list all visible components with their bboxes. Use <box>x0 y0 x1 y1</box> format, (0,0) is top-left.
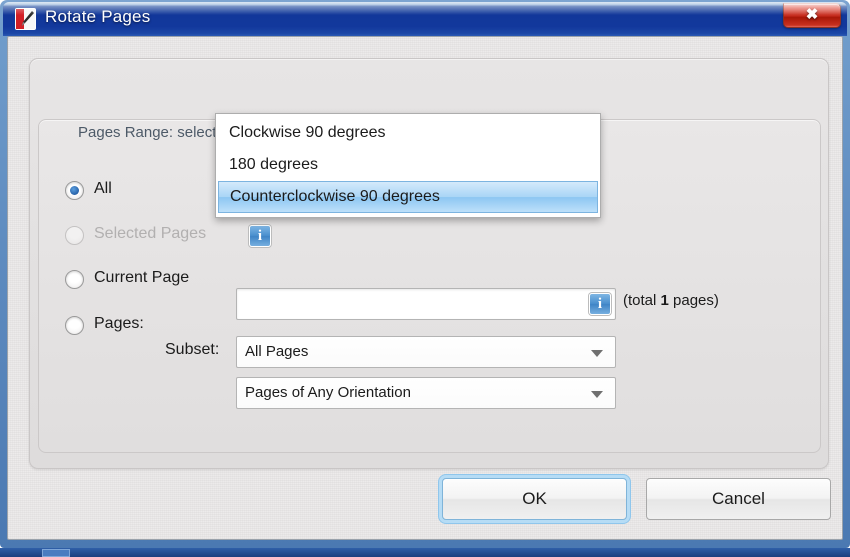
direction-option-0[interactable]: Clockwise 90 degrees <box>218 117 598 149</box>
radio-current-page-indicator[interactable] <box>65 270 84 289</box>
direction-option-2[interactable]: Counterclockwise 90 degrees <box>218 181 598 213</box>
radio-pages-indicator[interactable] <box>65 316 84 335</box>
window-title: Rotate Pages <box>45 7 151 26</box>
cancel-button[interactable]: Cancel <box>646 478 831 520</box>
ok-button[interactable]: OK <box>442 478 627 520</box>
selected-pages-info-icon[interactable]: i <box>249 225 271 247</box>
pages-range-label: Pages Range: select <box>78 124 217 141</box>
orientation-selected-value: Pages of Any Orientation <box>245 384 411 401</box>
close-button[interactable]: ✖ <box>783 3 841 28</box>
radio-all-indicator[interactable] <box>65 181 84 200</box>
total-pages-label: (total 1 pages) <box>623 292 719 309</box>
radio-selected-pages-indicator <box>65 226 84 245</box>
direction-dropdown-list[interactable]: Clockwise 90 degrees 180 degrees Counter… <box>215 113 601 218</box>
orientation-combobox[interactable]: Pages of Any Orientation <box>236 377 616 409</box>
taskbar-item[interactable] <box>42 549 70 557</box>
info-glyph: i <box>257 228 263 244</box>
radio-selected-pages-label: Selected Pages <box>94 225 207 242</box>
radio-all-label: All <box>94 180 112 197</box>
pdf-editor-icon <box>15 8 36 30</box>
subset-label: Subset: <box>165 341 220 358</box>
pages-input[interactable] <box>243 293 573 315</box>
chevron-down-icon <box>591 391 603 398</box>
chevron-down-icon <box>591 350 603 357</box>
taskbar-strip <box>0 548 850 557</box>
dialog-window: Rotate Pages ✖ Direction: Counterclockwi… <box>0 0 850 548</box>
direction-option-1[interactable]: 180 degrees <box>218 149 598 181</box>
total-pages-count: 1 <box>660 292 669 309</box>
pages-input-info-icon[interactable]: i <box>589 293 611 315</box>
pages-input-wrapper[interactable]: i <box>236 288 616 320</box>
info-glyph: i <box>597 296 603 312</box>
total-pages-prefix: (total <box>623 292 661 309</box>
close-icon: ✖ <box>805 6 819 23</box>
total-pages-suffix: pages) <box>668 292 719 309</box>
title-bar: Rotate Pages ✖ <box>3 2 847 36</box>
subset-selected-value: All Pages <box>245 343 309 360</box>
dialog-client-area: Direction: Counterclockwise 90 degrees P… <box>7 36 843 540</box>
subset-combobox[interactable]: All Pages <box>236 336 616 368</box>
radio-pages-label: Pages: <box>94 315 144 332</box>
radio-current-page-label: Current Page <box>94 269 190 286</box>
